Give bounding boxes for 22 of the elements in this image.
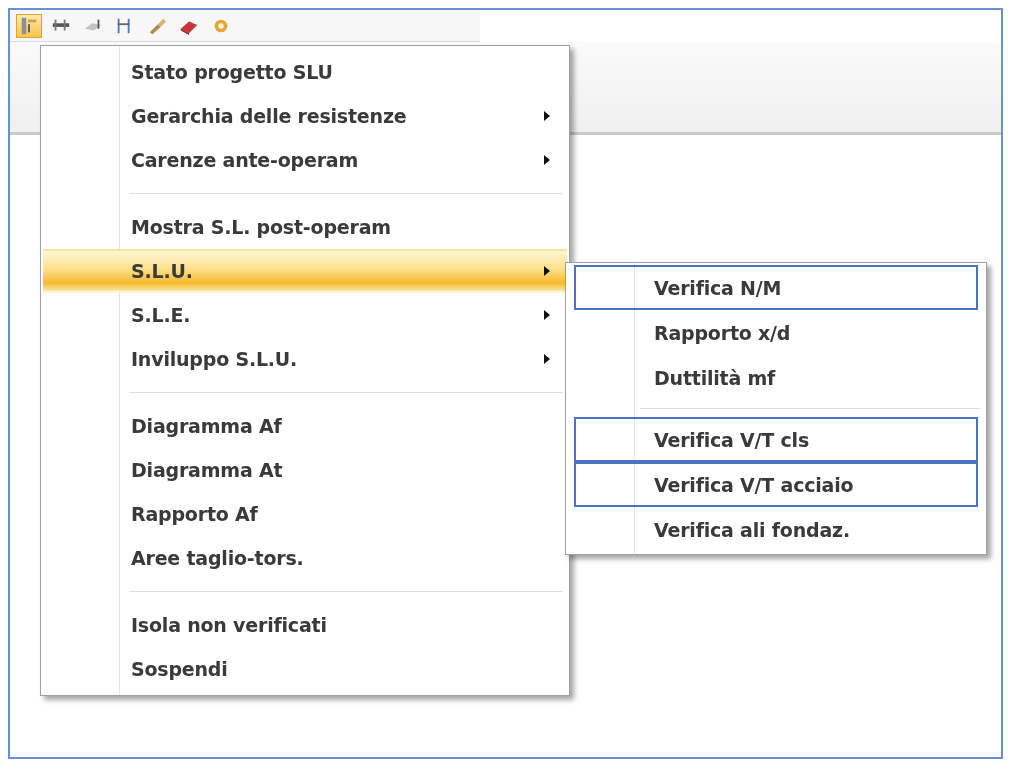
menu-item[interactable]: Stato progetto SLU xyxy=(43,50,567,94)
menu-item[interactable]: Verifica V/T acciaio xyxy=(574,462,978,507)
menu-item[interactable]: Rapporto Af xyxy=(43,492,567,536)
menu-item[interactable]: Mostra S.L. post-operam xyxy=(43,205,567,249)
toolbar-button[interactable] xyxy=(16,14,42,38)
menu-item[interactable]: Verifica ali fondaz. xyxy=(574,507,978,552)
menu-item[interactable]: Isola non verificati xyxy=(43,603,567,647)
menu-item[interactable]: S.L.E. xyxy=(43,293,567,337)
menu-item[interactable]: Diagramma At xyxy=(43,448,567,492)
brush-icon xyxy=(147,16,167,36)
menu-item[interactable]: Carenze ante-operam xyxy=(43,138,567,182)
column-icon xyxy=(19,16,39,36)
menu-item[interactable]: S.L.U. xyxy=(43,249,567,293)
menu-item[interactable]: Verifica N/M xyxy=(574,265,978,310)
menu-item[interactable]: Rapporto x/d xyxy=(574,310,978,355)
menu-item[interactable]: Gerarchia delle resistenze xyxy=(43,94,567,138)
menu-item[interactable]: Duttilità mf xyxy=(574,355,978,400)
menu-item[interactable]: Sospendi xyxy=(43,647,567,691)
menu-item[interactable]: Verifica V/T cls xyxy=(574,417,978,462)
menu-item[interactable]: Inviluppo S.L.U. xyxy=(43,337,567,381)
menu-item[interactable]: Aree taglio-tors. xyxy=(43,536,567,580)
menu-item[interactable]: Diagramma Af xyxy=(43,404,567,448)
